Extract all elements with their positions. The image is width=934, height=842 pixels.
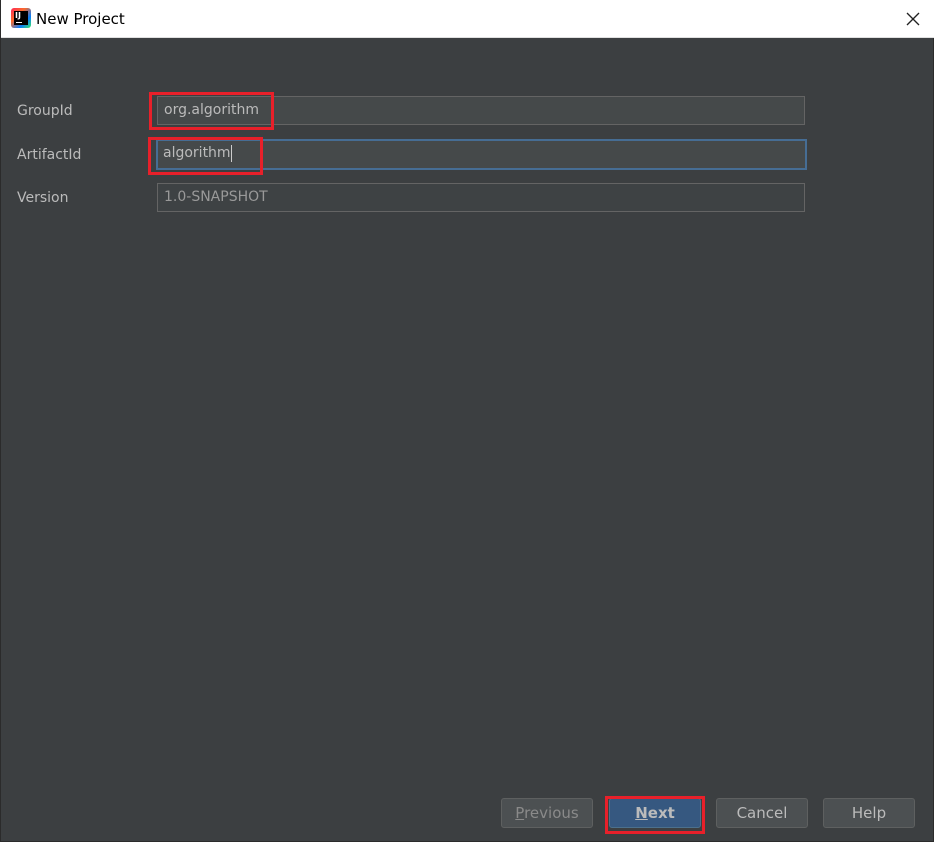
next-label-rest: ext bbox=[647, 804, 675, 822]
text-caret bbox=[230, 144, 232, 162]
next-button[interactable]: Next bbox=[609, 798, 701, 828]
title-bar: IJ New Project bbox=[1, 0, 934, 38]
previous-mnemonic: P bbox=[515, 804, 525, 822]
version-label: Version bbox=[17, 190, 69, 206]
cancel-button[interactable]: Cancel bbox=[716, 798, 808, 828]
intellij-idea-icon: IJ bbox=[11, 8, 31, 28]
group-id-field[interactable]: org.algorithm bbox=[157, 96, 805, 125]
close-icon[interactable] bbox=[901, 8, 925, 30]
help-button[interactable]: Help bbox=[823, 798, 915, 828]
previous-label-rest: revious bbox=[524, 804, 579, 822]
previous-button[interactable]: Previous bbox=[501, 798, 593, 828]
new-project-dialog: IJ New Project GroupId org.algorithm Art… bbox=[0, 0, 934, 842]
window-title: New Project bbox=[36, 10, 125, 28]
artifact-id-label: ArtifactId bbox=[17, 147, 82, 163]
version-value: 1.0-SNAPSHOT bbox=[164, 189, 268, 205]
version-field[interactable]: 1.0-SNAPSHOT bbox=[157, 183, 805, 212]
next-mnemonic: N bbox=[635, 804, 648, 822]
artifact-id-value: algorithm bbox=[163, 145, 231, 161]
artifact-id-field[interactable]: algorithm bbox=[156, 139, 807, 170]
group-id-value: org.algorithm bbox=[164, 102, 259, 118]
group-id-label: GroupId bbox=[17, 103, 73, 119]
